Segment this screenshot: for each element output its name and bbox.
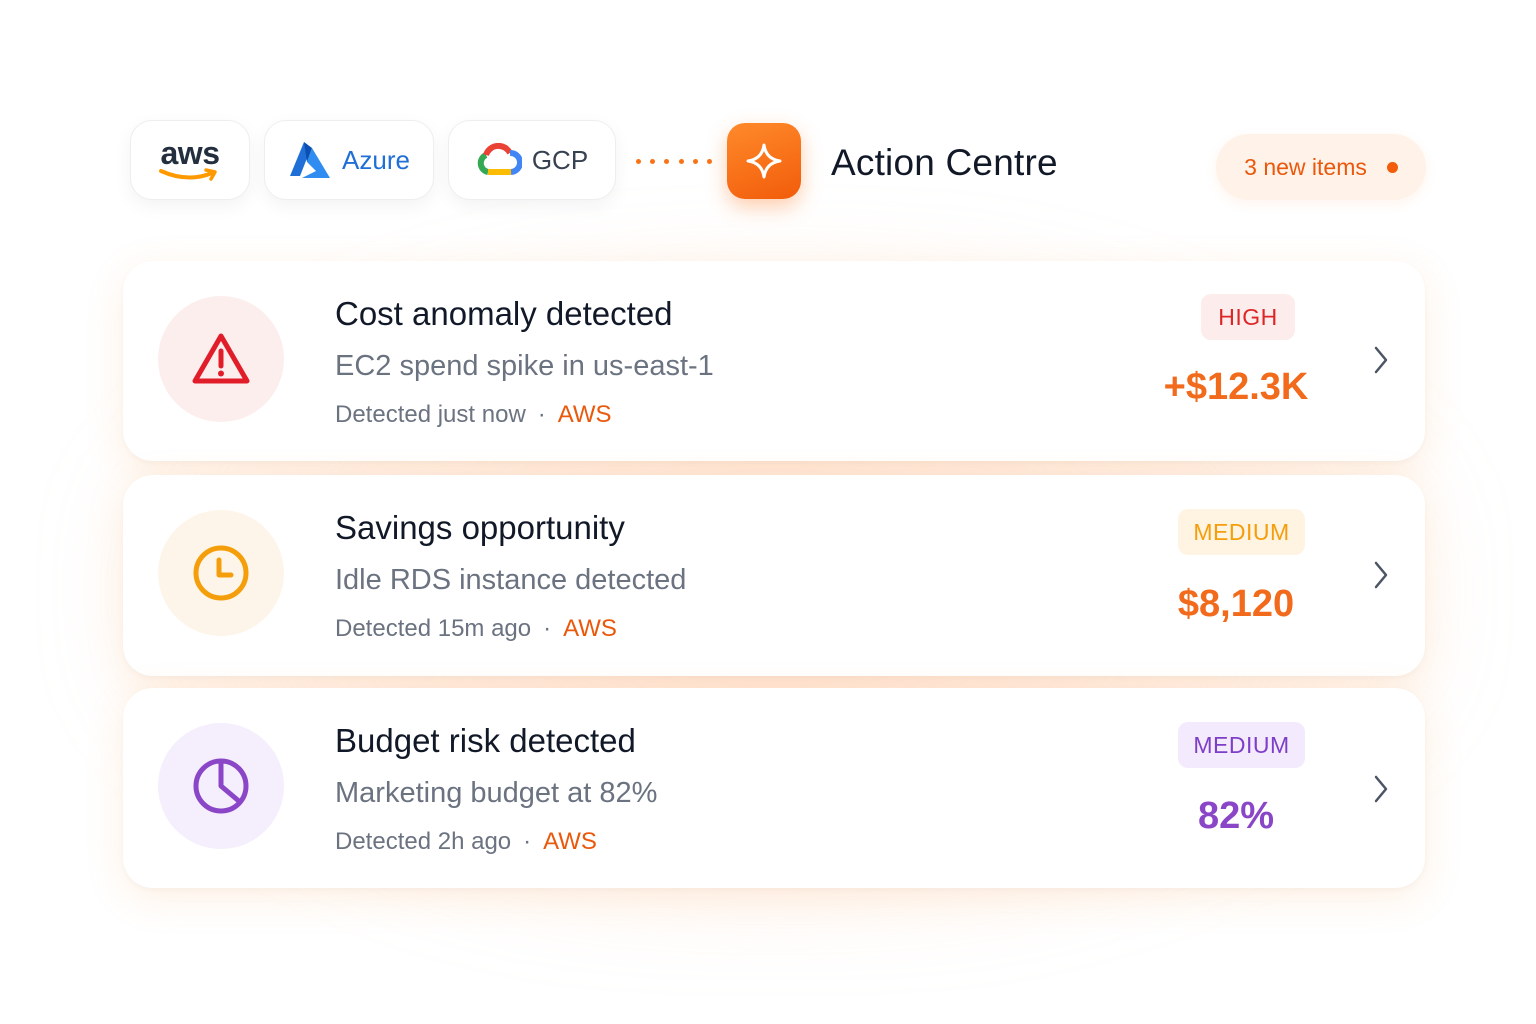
card-subtitle: EC2 spend spike in us-east-1 [335,350,714,382]
chevron-right-icon[interactable] [1367,774,1395,804]
provider-tag: AWS [543,828,597,855]
provider-tag: AWS [557,401,612,428]
impact-value: 82% [1197,795,1275,837]
severity-badge: MEDIUM [1178,722,1305,768]
provider-gcp-label: GCP [531,144,589,175]
provider-aws-chip[interactable]: aws [130,120,250,200]
aws-smile-icon [159,168,217,181]
header: aws Azure GCP Action Centre 3 new items [0,0,1536,240]
card-title: Savings opportunity [335,509,625,546]
card-title: Cost anomaly detected [335,295,673,332]
card-meta: Detected 15m ago · AWS [335,615,617,643]
detected-time: Detected 15m ago [335,615,532,642]
notification-dot-icon [1386,161,1398,173]
meta-separator: · [543,615,552,642]
clock-icon [158,510,284,636]
alert-card-cost-anomaly[interactable]: Cost anomaly detected EC2 spend spike in… [123,261,1425,461]
aws-logo: aws [158,137,222,183]
card-subtitle: Idle RDS instance detected [335,564,687,596]
card-subtitle: Marketing budget at 82% [335,777,658,809]
detected-time: Detected just now [335,401,526,428]
card-meta: Detected just now · AWS [335,401,612,429]
meta-separator: · [537,401,546,428]
chevron-right-icon[interactable] [1367,560,1395,590]
card-meta: Detected 2h ago · AWS [335,828,597,856]
azure-logo-icon [290,142,331,178]
provider-tag: AWS [563,615,617,642]
page-title: Action Centre [831,142,1058,183]
meta-separator: · [523,828,532,855]
impact-value: $8,120 [1177,583,1295,625]
new-items-badge[interactable]: 3 new items [1216,134,1426,200]
sparkle-icon [727,123,801,199]
alert-card-budget-risk[interactable]: Budget risk detected Marketing budget at… [123,688,1425,888]
chevron-right-icon[interactable] [1367,345,1395,375]
new-items-label: 3 new items [1244,153,1367,180]
provider-gcp-chip[interactable]: GCP [448,120,616,200]
provider-azure-chip[interactable]: Azure [264,120,434,200]
provider-azure-label: Azure [342,144,410,175]
warning-triangle-icon [158,296,284,422]
aws-logo-text: aws [160,135,220,171]
card-title: Budget risk detected [335,722,636,759]
impact-value: +$12.3K [1163,366,1309,408]
detected-time: Detected 2h ago [335,828,512,855]
dotted-connector [636,159,712,165]
severity-badge: HIGH [1201,294,1295,340]
pie-chart-icon [158,723,284,849]
google-cloud-icon [477,143,522,175]
alert-card-savings-opportunity[interactable]: Savings opportunity Idle RDS instance de… [123,475,1425,676]
severity-badge: MEDIUM [1178,509,1305,555]
